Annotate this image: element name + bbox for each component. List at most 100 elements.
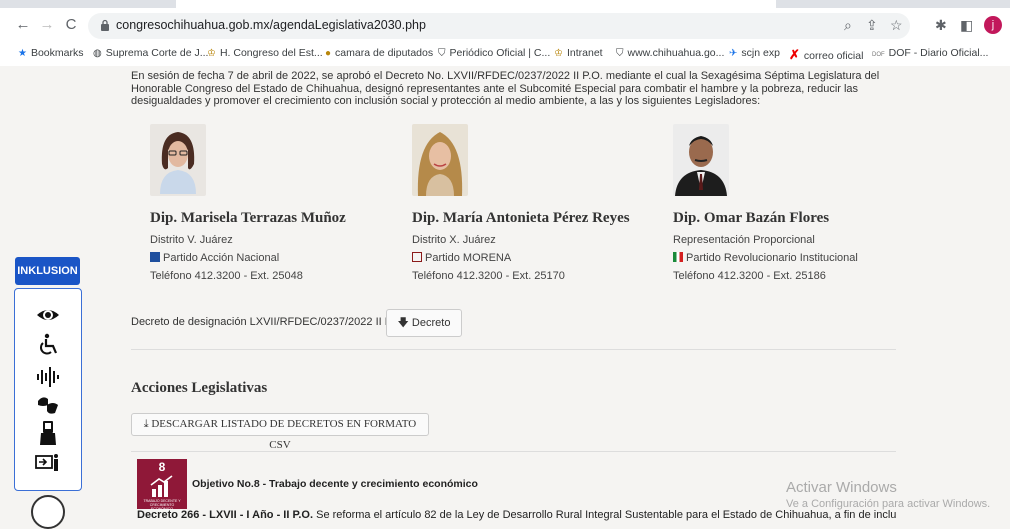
wheelchair-icon[interactable] (35, 333, 61, 357)
bookmark-item[interactable]: ⛉ www.chihuahua.go... (616, 47, 724, 59)
party-label: Partido Acción Nacional (163, 252, 280, 264)
legislator-name: Dip. Marisela Terrazas Muñoz (150, 210, 346, 226)
bookmark-item[interactable]: ♔ H. Congreso del Est... (207, 47, 323, 59)
legislator-photo (673, 124, 729, 196)
legislator-card: Dip. Marisela Terrazas Muñoz Distrito V.… (150, 124, 400, 282)
legislator-card: Dip. Omar Bazán Flores Representación Pr… (673, 124, 923, 282)
page-content: En sesión de fecha 7 de abril de 2022, s… (0, 66, 1010, 521)
shield-icon: ⛉ (616, 48, 624, 59)
windows-activation-title: Activar Windows (786, 479, 897, 496)
decree-button-label: Decreto (411, 317, 451, 329)
legislator-party: Partido Acción Nacional (150, 252, 279, 264)
bookmark-item[interactable]: ♔ Intranet (554, 47, 603, 59)
side-panel-icon[interactable]: ◧ (960, 17, 973, 34)
url-text[interactable]: congresochihuahua.gob.mx/agendaLegislati… (116, 18, 426, 32)
legislator-district: Representación Proporcional (673, 234, 815, 246)
download-arrow-icon: 🡇 (397, 317, 409, 329)
legislator-party: Partido MORENA (412, 252, 511, 264)
bookmark-label: Bookmarks (30, 47, 84, 59)
eye-icon[interactable] (35, 303, 61, 327)
decreto-description: Se reforma el artículo 82 de la Ley de D… (316, 509, 897, 521)
inclusion-button[interactable]: INKLUSION (15, 257, 80, 285)
forward-icon[interactable]: → (38, 16, 56, 34)
csv-download-button[interactable]: ⤓ DESCARGAR LISTADO DE DECRETOS EN FORMA… (131, 413, 429, 451)
back-icon[interactable]: ← (14, 16, 32, 34)
csv-button-label: DESCARGAR LISTADO DE DECRETOS EN FORMATO… (151, 418, 417, 451)
legislator-card: Dip. María Antonieta Pérez Reyes Distrit… (412, 124, 662, 282)
legislator-name: Dip. María Antonieta Pérez Reyes (412, 210, 630, 226)
dof-icon: DOF (872, 52, 885, 58)
divider (131, 451, 896, 452)
bookmark-label: camara de diputados (335, 47, 434, 59)
decree-label: Decreto de designación LXVII/RFDEC/0237/… (131, 316, 406, 328)
download-icon: ⤓ (143, 418, 149, 430)
accessibility-panel (14, 288, 82, 491)
section-title: Acciones Legislativas (131, 380, 268, 396)
morena-logo-icon (412, 252, 422, 262)
legislator-party: Partido Revolucionario Institucional (673, 252, 858, 264)
windows-activation-subtitle: Ve a Configuración para activar Windows. (786, 498, 991, 510)
bookmarks-bar: ★ Bookmarks ◍ Suprema Corte de J... ♔ H. Co… (0, 44, 1010, 64)
sdg-goal-badge: 8 TRABAJO DECENTE Y CRECIMIENTO ECONÓMIC… (137, 459, 187, 511)
browser-chrome: ← → C congresochihuahua.gob.mx/agendaLeg… (0, 0, 1010, 66)
share-icon[interactable]: ⇪ (866, 17, 878, 34)
legislator-name: Dip. Omar Bazán Flores (673, 210, 830, 226)
bookmark-label: Intranet (566, 47, 603, 59)
star-icon: ★ (18, 48, 27, 59)
decreto-id[interactable]: Decreto 266 - LXVII - I Año - II P.O. (137, 509, 313, 521)
sign-language-icon[interactable] (35, 393, 61, 417)
decree-download-button[interactable]: 🡇 Decreto (386, 309, 462, 337)
objetivo-title: Objetivo No.8 - Trabajo decente y crecim… (192, 478, 478, 490)
bookmark-label: Suprema Corte de J... (105, 47, 209, 59)
profile-avatar[interactable]: j (984, 16, 1002, 34)
bookmark-label: DOF - Diario Oficial... (888, 47, 989, 59)
sdg-number: 8 (158, 460, 166, 474)
congress-icon: ♔ (207, 48, 216, 59)
bookmark-label: www.chihuahua.go... (627, 47, 725, 59)
hand-pointer-icon[interactable] (35, 421, 61, 445)
bookmark-label: Periódico Oficial | C... (449, 47, 551, 59)
bookmark-item[interactable]: ✈ scjn exp (729, 47, 780, 59)
legislator-phone: Teléfono 412.3200 - Ext. 25186 (673, 270, 826, 282)
bookmark-item[interactable]: ⛉ Periódico Oficial | C... (438, 47, 550, 59)
bookmark-item[interactable]: DOF DOF - Diario Oficial... (872, 47, 988, 59)
bookmark-item[interactable]: ★ Bookmarks (18, 47, 83, 59)
intro-paragraph: En sesión de fecha 7 de abril de 2022, s… (131, 70, 880, 107)
reload-icon[interactable]: C (62, 16, 80, 34)
zoom-icon[interactable]: ⌕ (844, 17, 852, 34)
party-label: Partido Revolucionario Institucional (686, 252, 858, 264)
legislator-photo (150, 124, 206, 196)
audio-wave-icon[interactable] (35, 365, 61, 389)
extensions-icon[interactable]: ✱ (935, 17, 947, 34)
bookmark-label: correo oficial (803, 50, 864, 62)
growth-chart-icon (150, 475, 173, 497)
browser-toolbar: ← → C congresochihuahua.gob.mx/agendaLeg… (0, 12, 1010, 40)
legislator-district: Distrito V. Juárez (150, 234, 233, 246)
screen-reader-icon[interactable] (35, 451, 61, 475)
congress-icon: ♔ (554, 48, 563, 59)
active-tab[interactable] (176, 0, 776, 8)
bookmark-item[interactable]: ● camara de diputados (325, 47, 433, 59)
address-bar[interactable]: congresochihuahua.gob.mx/agendaLegislati… (88, 13, 910, 39)
party-label: Partido MORENA (425, 252, 512, 264)
accessibility-icon[interactable] (31, 495, 65, 529)
bookmark-item[interactable]: ✗ correo oficial (789, 47, 863, 63)
globe-icon: ◍ (93, 48, 102, 59)
legislator-phone: Teléfono 412.3200 - Ext. 25170 (412, 270, 565, 282)
lock-icon (101, 19, 109, 31)
pan-logo-icon (150, 252, 160, 262)
camara-icon: ● (325, 48, 332, 59)
decreto-entry: Decreto 266 - LXVII - I Año - II P.O. Se… (137, 509, 897, 521)
legislator-phone: Teléfono 412.3200 - Ext. 25048 (150, 270, 303, 282)
x-mail-icon: ✗ (789, 47, 800, 62)
divider (131, 349, 896, 350)
pri-logo-icon (673, 252, 683, 262)
legislator-photo (412, 124, 468, 196)
bookmark-label: scjn exp (741, 47, 780, 59)
bookmark-item[interactable]: ◍ Suprema Corte de J... (93, 47, 208, 59)
bookmark-star-icon[interactable]: ☆ (890, 17, 903, 34)
shield-icon: ⛉ (438, 48, 446, 59)
bookmark-label: H. Congreso del Est... (219, 47, 323, 59)
bird-icon: ✈ (729, 48, 738, 59)
tab-strip (0, 0, 1010, 8)
